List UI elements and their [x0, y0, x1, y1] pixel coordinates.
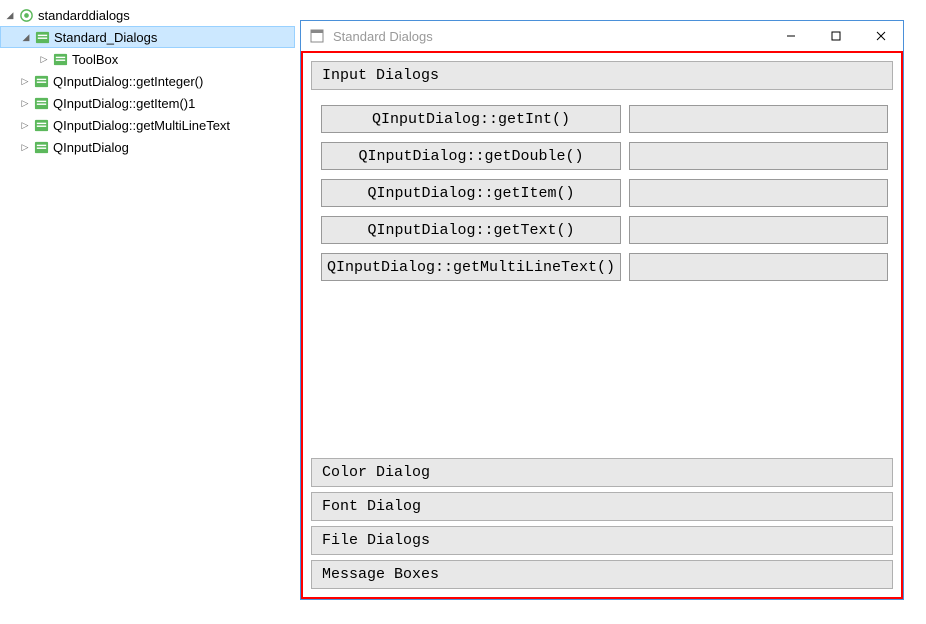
tree-root-item[interactable]: ◢ standarddialogs	[0, 4, 295, 26]
getmultilinetext-button[interactable]: QInputDialog::getMultiLineText()	[321, 253, 621, 281]
form-icon	[33, 139, 49, 155]
dialog-window: Standard Dialogs Input Dialogs QInputDia…	[300, 20, 904, 600]
message-boxes-group[interactable]: Message Boxes	[311, 560, 893, 589]
getitem-button[interactable]: QInputDialog::getItem()	[321, 179, 621, 207]
expand-icon[interactable]: ▷	[19, 97, 31, 109]
input-dialogs-group: Input Dialogs QInputDialog::getInt() QIn…	[311, 61, 893, 286]
titlebar-buttons	[768, 21, 903, 51]
tree-label: standarddialogs	[38, 8, 130, 23]
minimize-button[interactable]	[768, 21, 813, 51]
tree-label: QInputDialog	[53, 140, 129, 155]
getdouble-button[interactable]: QInputDialog::getDouble()	[321, 142, 621, 170]
getitem-output	[629, 179, 888, 207]
tree-label: QInputDialog::getItem()1	[53, 96, 195, 111]
input-row: QInputDialog::getItem()	[316, 179, 888, 207]
input-row: QInputDialog::getDouble()	[316, 142, 888, 170]
tree-label: QInputDialog::getInteger()	[53, 74, 203, 89]
dialog-content: Input Dialogs QInputDialog::getInt() QIn…	[301, 51, 903, 599]
tree-label: Standard_Dialogs	[54, 30, 157, 45]
group-header[interactable]: Input Dialogs	[311, 61, 893, 90]
gettext-output	[629, 216, 888, 244]
collapse-icon[interactable]: ◢	[20, 31, 32, 43]
window-title: Standard Dialogs	[333, 29, 768, 44]
bottom-groups: Color Dialog Font Dialog File Dialogs Me…	[311, 458, 893, 589]
tree-label: ToolBox	[72, 52, 118, 67]
spacer	[311, 291, 893, 458]
getmultilinetext-output	[629, 253, 888, 281]
input-row: QInputDialog::getInt()	[316, 105, 888, 133]
expand-icon[interactable]: ▷	[19, 75, 31, 87]
tree-panel: ◢ standarddialogs ◢ Standard_Dialogs ▷ T…	[0, 0, 295, 162]
file-dialogs-group[interactable]: File Dialogs	[311, 526, 893, 555]
expand-icon[interactable]: ▷	[19, 141, 31, 153]
form-icon	[33, 73, 49, 89]
app-icon	[309, 28, 325, 44]
getint-button[interactable]: QInputDialog::getInt()	[321, 105, 621, 133]
form-icon	[52, 51, 68, 67]
gettext-button[interactable]: QInputDialog::getText()	[321, 216, 621, 244]
titlebar[interactable]: Standard Dialogs	[301, 21, 903, 51]
node-icon	[18, 7, 34, 23]
tree-item-toolbox[interactable]: ▷ ToolBox	[0, 48, 295, 70]
collapse-icon[interactable]: ◢	[4, 9, 16, 21]
tree-item-getinteger[interactable]: ▷ QInputDialog::getInteger()	[0, 70, 295, 92]
group-body: QInputDialog::getInt() QInputDialog::get…	[311, 90, 893, 286]
input-row: QInputDialog::getText()	[316, 216, 888, 244]
getint-output	[629, 105, 888, 133]
form-icon	[33, 117, 49, 133]
getdouble-output	[629, 142, 888, 170]
color-dialog-group[interactable]: Color Dialog	[311, 458, 893, 487]
maximize-button[interactable]	[813, 21, 858, 51]
expand-icon[interactable]: ▷	[38, 53, 50, 65]
form-icon	[34, 29, 50, 45]
expand-icon[interactable]: ▷	[19, 119, 31, 131]
tree-item-standard-dialogs[interactable]: ◢ Standard_Dialogs	[0, 26, 295, 48]
font-dialog-group[interactable]: Font Dialog	[311, 492, 893, 521]
tree-item-qinputdialog[interactable]: ▷ QInputDialog	[0, 136, 295, 158]
tree-item-getmultilinetext[interactable]: ▷ QInputDialog::getMultiLineText	[0, 114, 295, 136]
input-row: QInputDialog::getMultiLineText()	[316, 253, 888, 281]
tree-item-getitem[interactable]: ▷ QInputDialog::getItem()1	[0, 92, 295, 114]
form-icon	[33, 95, 49, 111]
close-button[interactable]	[858, 21, 903, 51]
tree-label: QInputDialog::getMultiLineText	[53, 118, 230, 133]
